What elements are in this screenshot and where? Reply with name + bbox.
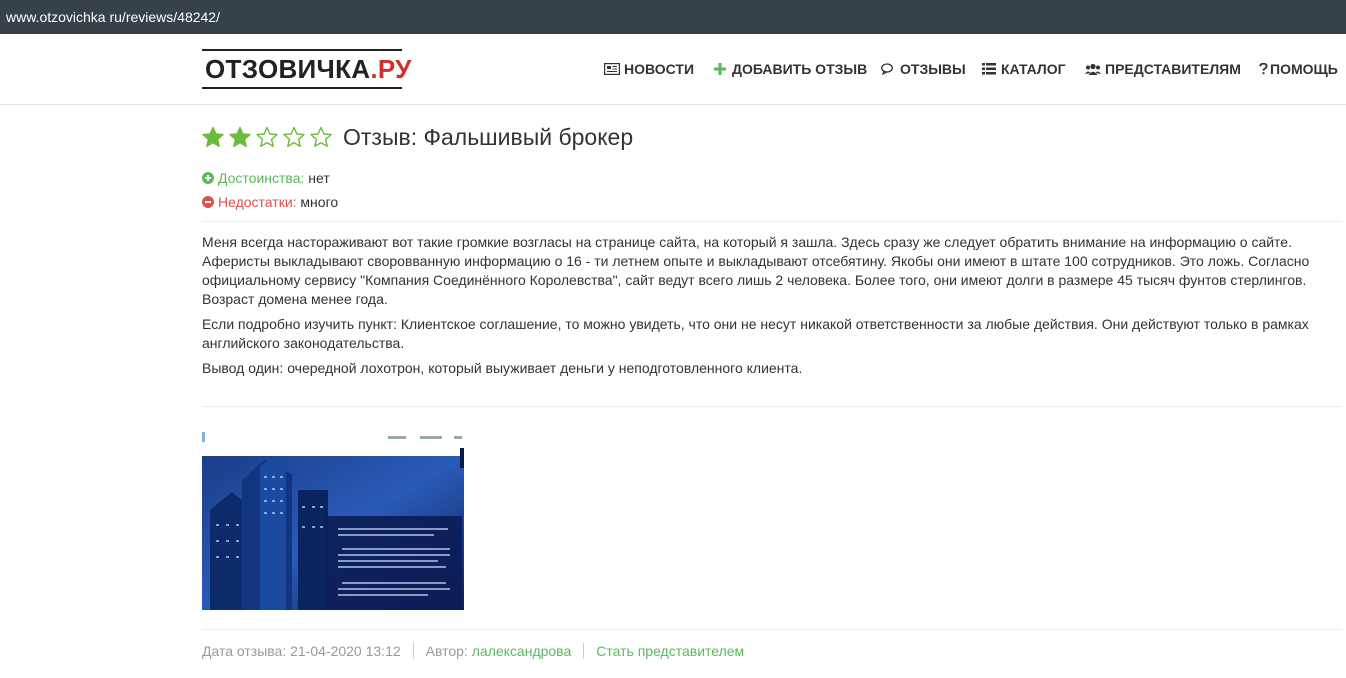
- separator: [412, 643, 414, 659]
- cons-value: много: [300, 194, 339, 210]
- users-icon: [1085, 62, 1101, 76]
- author-label: Автор:: [425, 643, 468, 659]
- newspaper-icon: [604, 62, 620, 76]
- nav-label: ПРЕДСТАВИТЕЛЯМ: [1105, 61, 1241, 77]
- divider: [202, 406, 1342, 407]
- star-empty-icon: [310, 126, 332, 147]
- author-link[interactable]: лалександрова: [472, 643, 572, 659]
- nav-item-news[interactable]: НОВОСТИ: [604, 61, 694, 77]
- nav-label: НОВОСТИ: [624, 61, 695, 77]
- list-icon: [981, 62, 997, 76]
- browser-address-bar[interactable]: www.otzovichka ru/reviews/48242/: [0, 0, 1346, 35]
- date-label: Дата отзыва:: [202, 643, 287, 659]
- star-empty-icon: [256, 126, 278, 147]
- nav-item-reviews[interactable]: ОТЗЫВЫ: [880, 61, 966, 77]
- site-logo[interactable]: ОТЗОВИЧКА.РУ: [202, 49, 411, 89]
- star-filled-icon: [202, 126, 224, 147]
- cons-label: Недостатки:: [218, 194, 297, 210]
- url-text[interactable]: www.otzovichka ru/reviews/48242/: [6, 9, 220, 25]
- logo-text: ОТЗОВИЧКА: [205, 54, 371, 84]
- review-screenshot-thumbnail[interactable]: [202, 430, 464, 610]
- divider: [202, 629, 1342, 630]
- date-value: 21-04-2020 13:12: [290, 643, 401, 659]
- review-paragraph: Если подробно изучить пункт: Клиентское …: [202, 316, 1309, 351]
- review-body: Меня всегда настораживают вот такие гром…: [202, 233, 1346, 384]
- nav-item-representatives[interactable]: ПРЕДСТАВИТЕЛЯМ: [1085, 61, 1241, 77]
- nav-label: ОТЗЫВЫ: [900, 61, 966, 77]
- site-header: ОТЗОВИЧКА.РУ НОВОСТИ ДОБАВИТЬ ОТЗЫВ ОТЗЫ…: [0, 34, 1346, 105]
- nav-label: ДОБАВИТЬ ОТЗЫВ: [732, 61, 868, 77]
- plus-circle-icon: [202, 172, 214, 184]
- review-footer: Дата отзыва: 21-04-2020 13:12 Автор: лал…: [202, 642, 744, 660]
- nav-label: КАТАЛОГ: [1001, 61, 1066, 77]
- divider: [202, 221, 1342, 222]
- nav-item-help[interactable]: ПОМОЩЬ: [1258, 61, 1338, 77]
- nav-item-catalog[interactable]: КАТАЛОГ: [981, 61, 1066, 77]
- nav-label: ПОМОЩЬ: [1270, 61, 1338, 77]
- comments-icon: [880, 62, 896, 76]
- review-title-row: Отзыв: Фальшивый брокер: [202, 122, 633, 152]
- review-cons: Недостатки: много: [202, 194, 338, 210]
- plus-icon: [712, 62, 728, 76]
- star-empty-icon: [283, 126, 305, 147]
- review-paragraph: Меня всегда настораживают вот такие гром…: [202, 234, 1310, 307]
- minus-circle-icon: [202, 196, 214, 208]
- logo-tld: .РУ: [370, 54, 412, 84]
- review-title: Отзыв: Фальшивый брокер: [343, 123, 634, 150]
- review-pros: Достоинства: нет: [202, 170, 330, 186]
- become-representative-link[interactable]: Стать представителем: [596, 643, 744, 659]
- separator: [583, 643, 585, 659]
- review-paragraph: Вывод один: очередной лохотрон, который …: [202, 360, 803, 376]
- star-filled-icon: [229, 126, 251, 147]
- pros-label: Достоинства:: [218, 170, 305, 186]
- rating-stars: [202, 126, 337, 148]
- nav-item-add-review[interactable]: ДОБАВИТЬ ОТЗЫВ: [712, 61, 867, 77]
- question-icon: [1258, 62, 1268, 76]
- pros-value: нет: [308, 170, 330, 186]
